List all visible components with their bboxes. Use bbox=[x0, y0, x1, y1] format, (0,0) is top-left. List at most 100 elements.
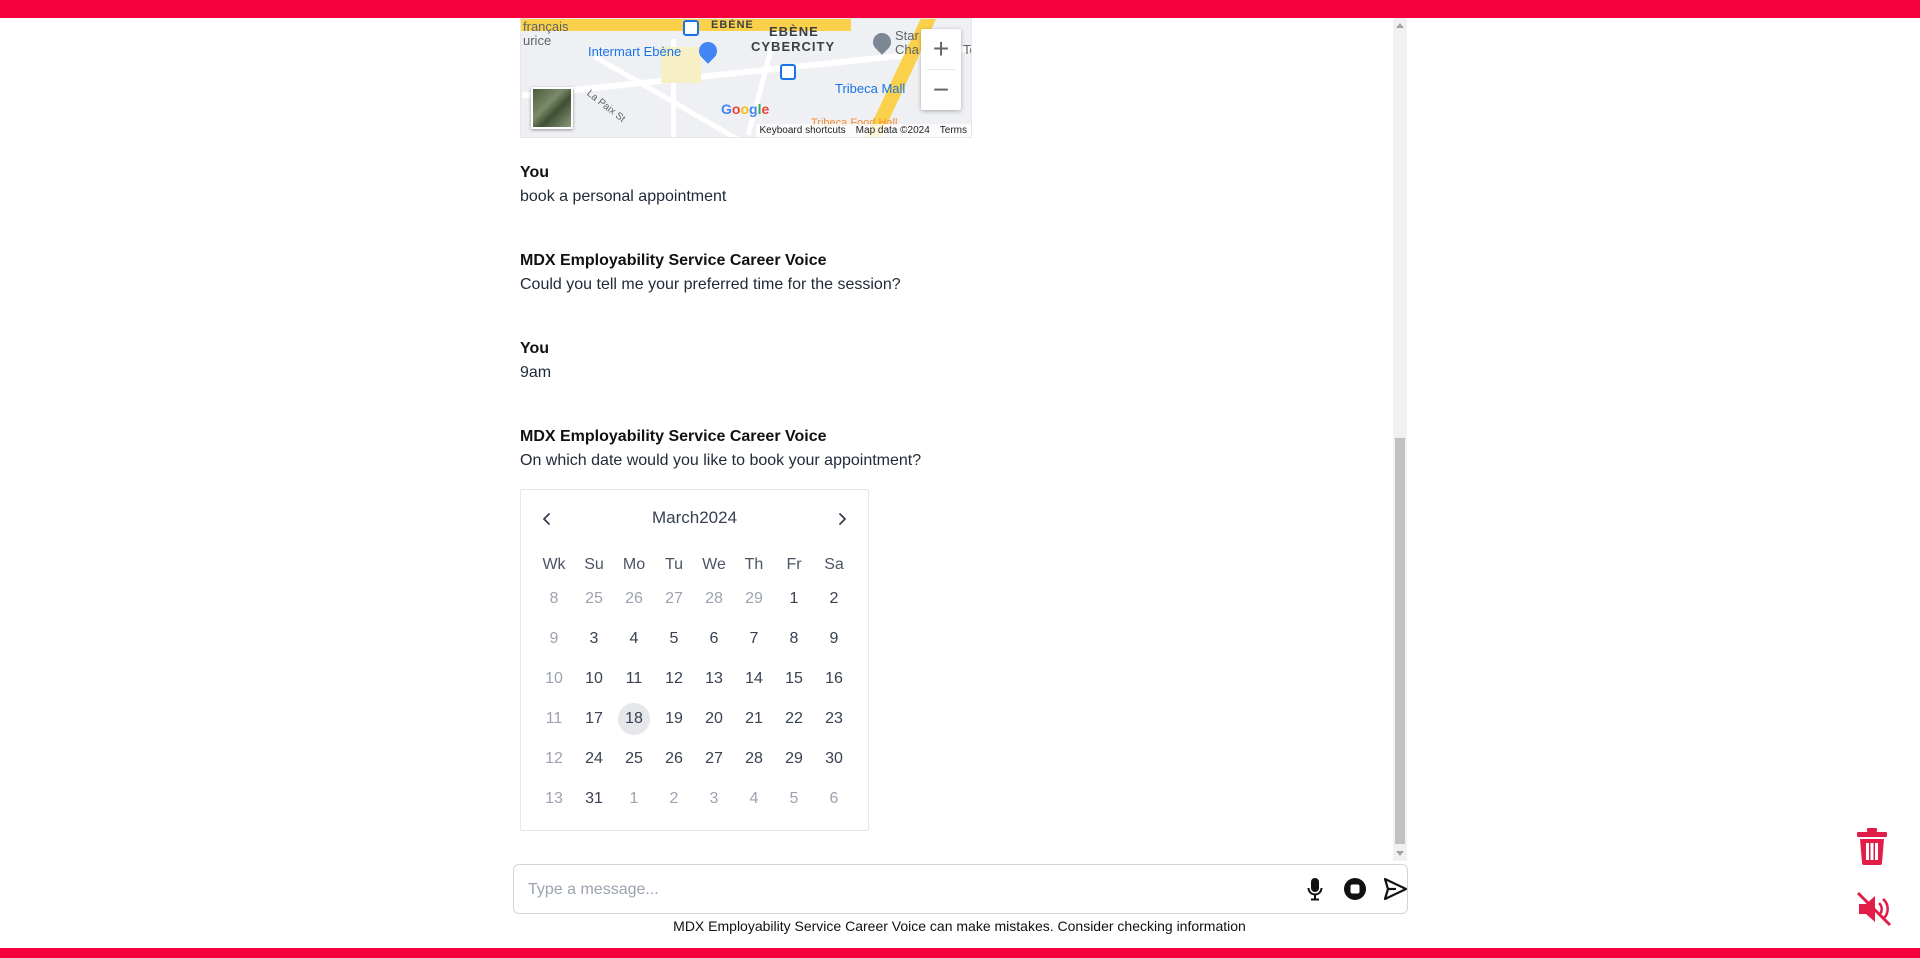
calendar-day-label: 18 bbox=[618, 703, 650, 735]
calendar-day-outside-month[interactable]: 25 bbox=[574, 579, 614, 619]
map-label: Intermart Ebène bbox=[588, 44, 682, 59]
map-label: urice bbox=[523, 33, 552, 48]
weekday-header: Th bbox=[744, 556, 764, 573]
calendar-day[interactable]: 21 bbox=[734, 699, 774, 739]
calendar-day[interactable]: 10 bbox=[574, 659, 614, 699]
scroll-up-icon[interactable] bbox=[1396, 23, 1404, 28]
weekday-header: Su bbox=[584, 556, 604, 573]
calendar-day[interactable]: 11 bbox=[614, 659, 654, 699]
calendar-year: 2024 bbox=[699, 508, 738, 527]
calendar-day-label: 6 bbox=[829, 790, 839, 807]
calendar-day[interactable]: 3 bbox=[574, 619, 614, 659]
send-button[interactable] bbox=[1382, 876, 1408, 902]
scroll-down-icon[interactable] bbox=[1396, 851, 1404, 856]
weekday-header: Mo bbox=[622, 556, 646, 573]
calendar-week-row: 10 10 11 12 13 14 15 16 bbox=[534, 659, 854, 699]
calendar-day[interactable]: 25 bbox=[614, 739, 654, 779]
calendar-day-outside-month[interactable]: 28 bbox=[694, 579, 734, 619]
calendar-day-outside-month[interactable]: 5 bbox=[774, 779, 814, 819]
calendar-day-label: 3 bbox=[709, 790, 719, 807]
bottom-accent-bar bbox=[0, 948, 1920, 958]
calendar-day-label: 16 bbox=[825, 670, 843, 687]
calendar-day[interactable]: 4 bbox=[614, 619, 654, 659]
calendar-day[interactable]: 22 bbox=[774, 699, 814, 739]
calendar-day[interactable]: 1 bbox=[774, 579, 814, 619]
calendar-day[interactable]: 31 bbox=[574, 779, 614, 819]
calendar-day-label: 20 bbox=[705, 710, 723, 727]
satellite-toggle[interactable] bbox=[531, 87, 573, 129]
calendar-day-label: 1 bbox=[789, 590, 799, 607]
calendar-day-label: 8 bbox=[789, 630, 799, 647]
calendar-day[interactable]: 14 bbox=[734, 659, 774, 699]
calendar-day-outside-month[interactable]: 3 bbox=[694, 779, 734, 819]
calendar-week-row: 9 3 4 5 6 7 8 9 bbox=[534, 619, 854, 659]
calendar-day-label: 25 bbox=[625, 750, 643, 767]
calendar-day[interactable]: 6 bbox=[694, 619, 734, 659]
message-text: 9am bbox=[520, 364, 552, 381]
calendar-day-outside-month[interactable]: 26 bbox=[614, 579, 654, 619]
calendar-day-label: 2 bbox=[829, 590, 839, 607]
calendar-day-outside-month[interactable]: 2 bbox=[654, 779, 694, 819]
calendar-day-label: 17 bbox=[585, 710, 603, 727]
calendar-day[interactable]: 28 bbox=[734, 739, 774, 779]
calendar-day[interactable]: 15 bbox=[774, 659, 814, 699]
chat-scrollbar[interactable] bbox=[1393, 18, 1407, 861]
zoom-out-button[interactable]: − bbox=[921, 70, 961, 110]
calendar-day-outside-month[interactable]: 29 bbox=[734, 579, 774, 619]
map-embed[interactable]: français urice EBÈNE EBÈNE CYBERCITY Int… bbox=[520, 18, 972, 138]
calendar-day[interactable]: 7 bbox=[734, 619, 774, 659]
message-author: MDX Employability Service Career Voice bbox=[520, 252, 827, 269]
calendar-day-outside-month[interactable]: 6 bbox=[814, 779, 854, 819]
calendar-day-label: 25 bbox=[585, 590, 603, 607]
calendar-day[interactable]: 23 bbox=[814, 699, 854, 739]
calendar-day[interactable]: 16 bbox=[814, 659, 854, 699]
calendar-day[interactable]: 19 bbox=[654, 699, 694, 739]
calendar-day-outside-month[interactable]: 27 bbox=[654, 579, 694, 619]
weekday-header: Sa bbox=[824, 556, 844, 573]
calendar-day-label: 4 bbox=[629, 630, 639, 647]
clear-chat-button[interactable] bbox=[1855, 826, 1889, 866]
calendar-day-label: 11 bbox=[625, 670, 643, 687]
date-picker: March2024 Wk Su Mo Tu We Th Fr Sa 8 25 26 27 28 29 1 2… bbox=[520, 489, 869, 831]
message-text: Could you tell me your preferred time fo… bbox=[520, 276, 901, 293]
map-label: EBÈNE bbox=[769, 24, 819, 39]
microphone-button[interactable] bbox=[1302, 876, 1328, 902]
calendar-day[interactable]: 8 bbox=[774, 619, 814, 659]
calendar-week-row: 11 17 18 19 20 21 22 23 bbox=[534, 699, 854, 739]
scrollbar-thumb[interactable] bbox=[1395, 438, 1405, 844]
next-month-button[interactable] bbox=[829, 506, 855, 532]
chat-history[interactable]: français urice EBÈNE EBÈNE CYBERCITY Int… bbox=[508, 18, 1394, 861]
calendar-day-outside-month[interactable]: 4 bbox=[734, 779, 774, 819]
calendar-month-title: March2024 bbox=[521, 508, 868, 528]
calendar-day[interactable]: 12 bbox=[654, 659, 694, 699]
calendar-day[interactable]: 2 bbox=[814, 579, 854, 619]
calendar-day[interactable]: 13 bbox=[694, 659, 734, 699]
week-number-header: Wk bbox=[542, 556, 566, 573]
map-label: français bbox=[523, 19, 569, 34]
message-user: You book a personal appointment bbox=[520, 161, 726, 209]
calendar-day[interactable]: 9 bbox=[814, 619, 854, 659]
calendar-day[interactable]: 5 bbox=[654, 619, 694, 659]
message-input[interactable] bbox=[526, 877, 1290, 903]
calendar-day[interactable]: 29 bbox=[774, 739, 814, 779]
calendar-day[interactable]: 24 bbox=[574, 739, 614, 779]
calendar-day-selected[interactable]: 18 bbox=[614, 699, 654, 739]
calendar-day[interactable]: 17 bbox=[574, 699, 614, 739]
weekday-header: Fr bbox=[786, 556, 802, 573]
stop-button[interactable] bbox=[1342, 876, 1368, 902]
week-number: 11 bbox=[545, 710, 563, 727]
calendar-day[interactable]: 20 bbox=[694, 699, 734, 739]
calendar-day-label: 29 bbox=[785, 750, 803, 767]
calendar-day[interactable]: 27 bbox=[694, 739, 734, 779]
calendar-grid: Wk Su Mo Tu We Th Fr Sa 8 25 26 27 28 29 1 2 9 3 4 5 6 7 8 9 10… bbox=[534, 551, 854, 819]
keyboard-shortcuts-link[interactable]: Keyboard shortcuts bbox=[760, 125, 846, 136]
calendar-day[interactable]: 26 bbox=[654, 739, 694, 779]
calendar-day-label: 19 bbox=[665, 710, 683, 727]
calendar-day-label: 28 bbox=[745, 750, 763, 767]
calendar-day-outside-month[interactable]: 1 bbox=[614, 779, 654, 819]
zoom-in-button[interactable]: + bbox=[921, 29, 961, 69]
terms-link[interactable]: Terms bbox=[940, 125, 967, 136]
calendar-day[interactable]: 30 bbox=[814, 739, 854, 779]
mute-toggle-button[interactable] bbox=[1855, 890, 1893, 928]
week-number: 8 bbox=[549, 590, 559, 607]
